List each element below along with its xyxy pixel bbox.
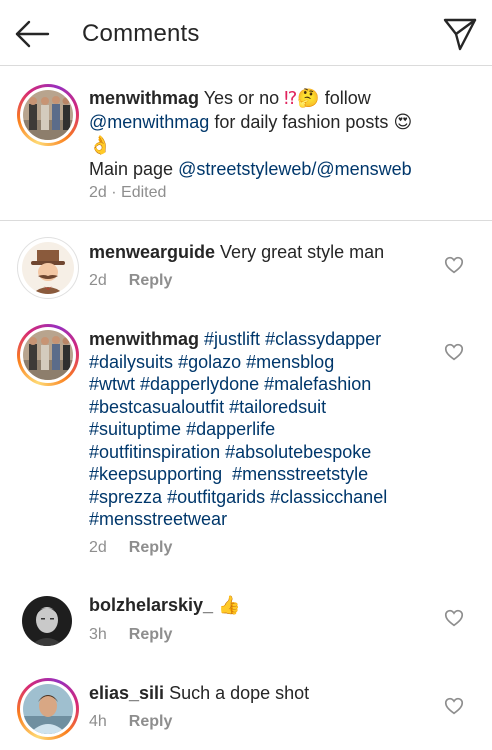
heart-outline-icon[interactable] xyxy=(443,607,465,629)
comment-text: elias_sili Such a dope shot xyxy=(89,683,310,703)
comment-text: bolzhelarskiy_ 👍 xyxy=(89,594,241,618)
hashtag-link[interactable]: #classicchanel xyxy=(270,487,387,507)
timestamp: 2d xyxy=(89,272,107,289)
reply-button[interactable]: Reply xyxy=(129,272,173,289)
timestamp: 2d xyxy=(89,184,107,201)
heart-outline-icon[interactable] xyxy=(443,341,465,363)
group-photo-avatar xyxy=(23,330,73,380)
reply-button[interactable]: Reply xyxy=(129,713,173,730)
hashtag-link[interactable]: #malefashion xyxy=(264,374,371,394)
share-button[interactable] xyxy=(440,14,480,54)
hashtag-link[interactable]: #bestcasualoutfit xyxy=(89,397,224,417)
hashtag-link[interactable]: #justlift xyxy=(204,329,260,349)
thumbs-up-emoji: 👍 xyxy=(218,595,241,616)
timestamp: 3h xyxy=(89,626,107,643)
comment-meta: 3h Reply xyxy=(89,626,172,644)
timestamp: 2d xyxy=(89,539,107,556)
caption-text: menwithmag Yes or no ⁉🤔 follow @menwithma… xyxy=(89,88,413,179)
avatar[interactable] xyxy=(17,237,79,299)
header-bar: Comments xyxy=(0,0,492,66)
thinking-face-emoji: 🤔 xyxy=(297,88,320,109)
hashtag-link[interactable]: #mensblog xyxy=(246,352,334,372)
question-exclamation-emoji: ⁉ xyxy=(284,88,298,109)
mention-link[interactable]: @streetstyleweb/@mensweb xyxy=(178,159,412,179)
portrait-avatar xyxy=(22,596,72,646)
comment-username[interactable]: menwearguide xyxy=(89,242,215,262)
comment-text: menwithmag #justlift #classydapper #dail… xyxy=(89,328,439,531)
hashtag-link[interactable]: #mensstreetwear xyxy=(89,509,227,529)
heart-eyes-emoji: 😍 xyxy=(393,111,413,133)
gentleman-avatar xyxy=(22,242,74,294)
caption-meta: 2d · Edited xyxy=(89,184,167,201)
edited-label: Edited xyxy=(121,184,167,201)
hashtag-link[interactable]: #dapperlydone xyxy=(140,374,259,394)
hashtag-link[interactable]: #absolutebespoke xyxy=(225,442,371,462)
comment-username[interactable]: bolzhelarskiy_ xyxy=(89,595,213,615)
page-title: Comments xyxy=(82,20,200,47)
reply-button[interactable]: Reply xyxy=(129,626,173,643)
ok-hand-emoji: 👌 xyxy=(89,135,112,156)
comment-text: menwearguide Very great style man xyxy=(89,242,385,262)
hashtag-link[interactable]: #tailoredsuit xyxy=(229,397,326,417)
comment-username[interactable]: menwithmag xyxy=(89,329,199,349)
avatar[interactable] xyxy=(17,324,79,386)
caption-username[interactable]: menwithmag xyxy=(89,88,199,108)
avatar[interactable] xyxy=(17,84,79,146)
back-button[interactable] xyxy=(12,14,52,54)
caption-section: menwithmag Yes or no ⁉🤔 follow @menwithma… xyxy=(0,66,492,221)
hashtag-link[interactable]: #sprezza xyxy=(89,487,162,507)
arrow-left-icon xyxy=(15,20,50,48)
hashtag-link[interactable]: #outfitgarids xyxy=(167,487,265,507)
hashtag-link[interactable]: #keepsupporting xyxy=(89,464,222,484)
hashtag-link[interactable]: #classydapper xyxy=(265,329,381,349)
paper-plane-icon xyxy=(443,18,477,51)
group-photo-avatar xyxy=(23,90,73,140)
comment-username[interactable]: elias_sili xyxy=(89,683,164,703)
avatar[interactable] xyxy=(17,678,79,740)
portrait-avatar xyxy=(23,684,73,734)
comment-meta: 2d Reply xyxy=(89,272,172,290)
mention-link[interactable]: @menwithmag xyxy=(89,112,209,132)
hashtag-link[interactable]: #mensstreetstyle xyxy=(232,464,368,484)
hashtag-link[interactable]: #dailysuits xyxy=(89,352,173,372)
comment-meta: 4h Reply xyxy=(89,713,172,731)
heart-outline-icon[interactable] xyxy=(443,695,465,717)
hashtag-link[interactable]: #wtwt xyxy=(89,374,135,394)
hashtag-link[interactable]: #suituptime xyxy=(89,419,181,439)
heart-outline-icon[interactable] xyxy=(443,254,465,276)
hashtag-link[interactable]: #golazo xyxy=(178,352,241,372)
avatar[interactable] xyxy=(22,596,72,646)
timestamp: 4h xyxy=(89,713,107,730)
comment-meta: 2d Reply xyxy=(89,539,172,557)
hashtag-link[interactable]: #dapperlife xyxy=(186,419,275,439)
hashtag-link[interactable]: #outfitinspiration xyxy=(89,442,220,462)
reply-button[interactable]: Reply xyxy=(129,539,173,556)
